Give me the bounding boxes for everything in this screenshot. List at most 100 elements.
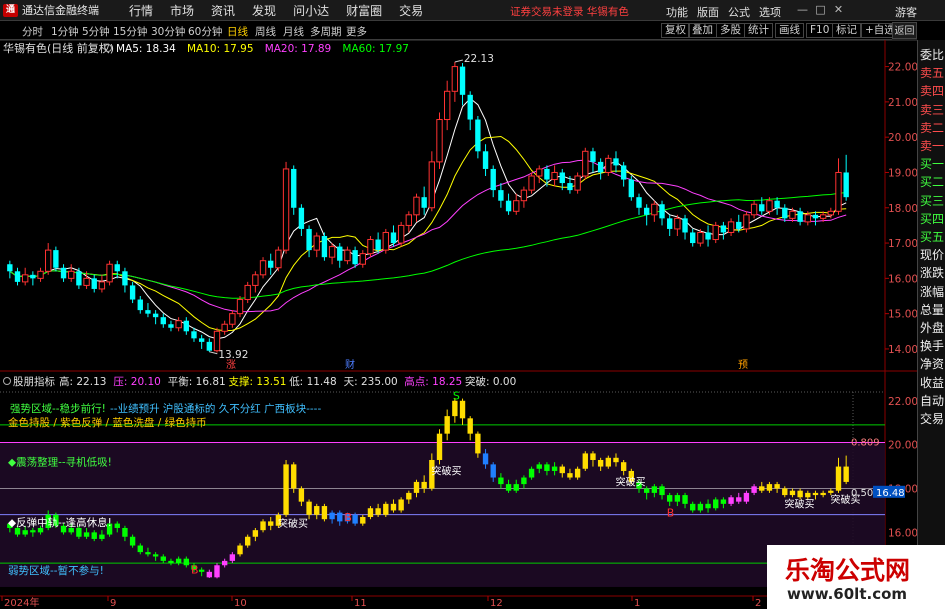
ind-candle-body	[835, 466, 842, 491]
candle-body-down	[613, 158, 619, 166]
quote-side-panel: 委比 卖五 卖四卖三 卖二 卖一 买一 买二买三 买四 买五 现价 涨跌涨幅 总量 外盘 换手 净资收益 自动…	[917, 40, 945, 598]
y-tick-label: 20.00	[888, 132, 917, 144]
side-item-6[interactable]: 买一	[920, 155, 944, 172]
ma-line-ma5	[9, 97, 847, 340]
candle-body-down	[482, 151, 489, 169]
candle-body-down	[559, 172, 565, 184]
side-item-18[interactable]: 收益	[920, 374, 944, 391]
candle-body-up	[37, 270, 44, 279]
ind-candle-body	[452, 400, 458, 417]
ind-candle-body	[797, 490, 803, 498]
ind-candle-body	[30, 530, 36, 533]
candle-body-up	[443, 90, 451, 121]
candle-body-down	[298, 207, 305, 229]
candle-body-up	[819, 214, 827, 219]
pct-label-0809: 0.809	[851, 437, 880, 448]
side-item-13[interactable]: 涨幅	[920, 283, 944, 300]
ind-candle-body	[828, 490, 834, 493]
candle-body-down	[620, 165, 627, 180]
side-item-3[interactable]: 卖三	[920, 101, 944, 118]
ind-candle-body	[145, 552, 151, 555]
indicator-value-5: 天: 235.00	[344, 376, 398, 388]
current-price-label: 16.48	[876, 488, 905, 499]
ind-y-tick-label: 16.00	[888, 527, 917, 539]
side-item-5[interactable]: 卖一	[920, 137, 944, 154]
ind-candle-body	[314, 506, 320, 515]
side-item-9[interactable]: 买四	[920, 210, 944, 227]
breakout-buy-label-4: 突破买	[830, 493, 860, 506]
candle-body-up	[520, 189, 528, 202]
ind-candle-body	[245, 536, 251, 546]
ma-label-0: MA5: 18.34	[116, 43, 176, 55]
ind-candle-body	[490, 464, 496, 478]
candle-body-down	[659, 204, 665, 219]
side-item-4[interactable]: 卖二	[920, 119, 944, 136]
side-item-14[interactable]: 总量	[920, 301, 944, 318]
indicator-name: 股朋指标	[13, 375, 55, 388]
ind-candle-body	[367, 508, 374, 518]
side-item-12[interactable]: 涨跌	[920, 264, 944, 281]
candle-body-up	[605, 157, 612, 173]
side-item-8[interactable]: 买三	[920, 192, 944, 209]
side-item-17[interactable]: 净资	[920, 355, 944, 372]
side-item-2[interactable]: 卖四	[920, 82, 944, 99]
candle-body-down	[7, 264, 13, 272]
candle-body-down	[812, 214, 819, 219]
candle-body-down	[129, 285, 136, 300]
candle-body-up	[236, 299, 244, 315]
ind-candle-body	[283, 464, 289, 515]
candle-body-down	[667, 218, 673, 229]
candle-body-up	[536, 168, 543, 177]
candle-body-down	[759, 204, 765, 212]
candle-body-down	[690, 232, 696, 244]
ind-candle-body	[674, 495, 681, 502]
ind-candle-body	[789, 490, 796, 496]
candle-body-up	[313, 235, 320, 251]
side-item-10[interactable]: 买五	[920, 228, 944, 245]
ind-candle-body	[713, 499, 719, 509]
ma-label-1: MA10: 17.95	[187, 43, 254, 55]
watermark-url: www.60lt.com	[787, 585, 908, 603]
ind-candle-body	[782, 488, 788, 496]
ind-candle-body	[260, 521, 266, 531]
candle-body-up	[804, 214, 811, 223]
candle-body-up	[328, 246, 336, 258]
ind-y-tick-label: 22.00	[888, 396, 917, 408]
candle-body-up	[252, 274, 259, 286]
x-tick-label: 2024年	[4, 596, 39, 609]
ind-candle-body	[482, 453, 489, 465]
ma-line-ma10	[9, 135, 847, 332]
ind-candle-body	[129, 536, 136, 546]
candle-body-down	[91, 278, 97, 289]
side-item-20[interactable]: 交易	[920, 410, 944, 427]
candle-body-down	[306, 228, 312, 251]
candle-body-down	[475, 119, 481, 152]
indicator-value-0: 高: 22.13	[59, 375, 106, 388]
indicator-value-4: 低: 11.48	[289, 375, 336, 388]
buy-signal-b-0: B	[191, 564, 199, 577]
side-item-15[interactable]: 外盘	[920, 319, 944, 336]
side-item-0[interactable]: 委比	[920, 46, 944, 63]
side-item-7[interactable]: 买二	[920, 173, 944, 190]
side-item-19[interactable]: 自动	[920, 392, 944, 409]
candle-body-up	[106, 263, 113, 283]
side-item-1[interactable]: 卖五	[920, 64, 944, 81]
ind-candle-body	[613, 457, 619, 463]
candle-body-down	[774, 200, 780, 208]
candle-body-down	[268, 260, 274, 268]
side-item-11[interactable]: 现价	[920, 246, 944, 263]
candle-body-up	[21, 274, 29, 283]
chart-area[interactable]: 华锡有色(日线 前复权) MA5: 18.34 MA10: 17.95 MA20: 1…	[0, 0, 917, 609]
candle-body-up	[513, 200, 520, 212]
candle-body-down	[375, 239, 381, 251]
candle-body-up	[835, 171, 842, 212]
ind-candle-body	[175, 558, 182, 564]
side-item-16[interactable]: 换手	[920, 337, 944, 354]
candle-body-up	[45, 249, 52, 272]
indicator-value-1: 压: 20.10	[113, 376, 160, 388]
ind-candle-body	[406, 492, 412, 500]
ind-candle-body	[467, 418, 473, 434]
candle-body-up	[674, 217, 681, 230]
candle-body-up	[789, 210, 796, 219]
candle-body-down	[597, 161, 604, 173]
